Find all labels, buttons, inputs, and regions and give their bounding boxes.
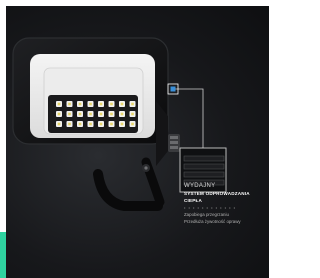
led-phosphor — [89, 112, 92, 116]
caption-subtitle: SYSTEM ODPROWADZANIA CIEPŁA — [184, 191, 250, 203]
caption-line-2: Przedłuża żywotność oprawy — [184, 218, 241, 224]
caption-divider: • • • • • • • • • • • • — [184, 205, 237, 210]
led-phosphor — [57, 102, 61, 106]
product-panel: WYDAJNY SYSTEM ODPROWADZANIA CIEPŁA • • … — [6, 6, 269, 278]
led-phosphor — [131, 122, 134, 126]
led-phosphor — [131, 112, 134, 116]
led-phosphor — [110, 112, 113, 116]
led-phosphor — [57, 112, 61, 116]
led-phosphor — [57, 122, 61, 126]
mounting-bracket — [93, 157, 165, 211]
led-phosphor — [120, 112, 124, 116]
led-phosphor — [68, 122, 71, 126]
product-image-canvas: WYDAJNY SYSTEM ODPROWADZANIA CIEPŁA • • … — [0, 0, 275, 278]
led-phosphor — [99, 102, 103, 106]
led-phosphor — [78, 122, 82, 126]
led-phosphor — [99, 122, 103, 126]
led-phosphor — [89, 102, 92, 106]
floodlight-illustration — [12, 37, 227, 211]
led-phosphor — [78, 102, 82, 106]
led-phosphor — [99, 112, 103, 116]
led-phosphor — [68, 112, 71, 116]
led-phosphor — [68, 102, 71, 106]
floodlight-body — [12, 37, 169, 145]
led-phosphor — [120, 102, 124, 106]
feature-caption: WYDAJNY SYSTEM ODPROWADZANIA CIEPŁA • • … — [184, 182, 269, 225]
caption-title: WYDAJNY — [184, 183, 216, 189]
led-phosphor — [110, 122, 113, 126]
led-phosphor — [131, 102, 134, 106]
led-phosphor — [89, 122, 92, 126]
led-phosphor — [110, 102, 113, 106]
led-phosphor — [120, 122, 124, 126]
cable-gland-icon — [168, 134, 180, 152]
led-phosphor — [78, 112, 82, 116]
